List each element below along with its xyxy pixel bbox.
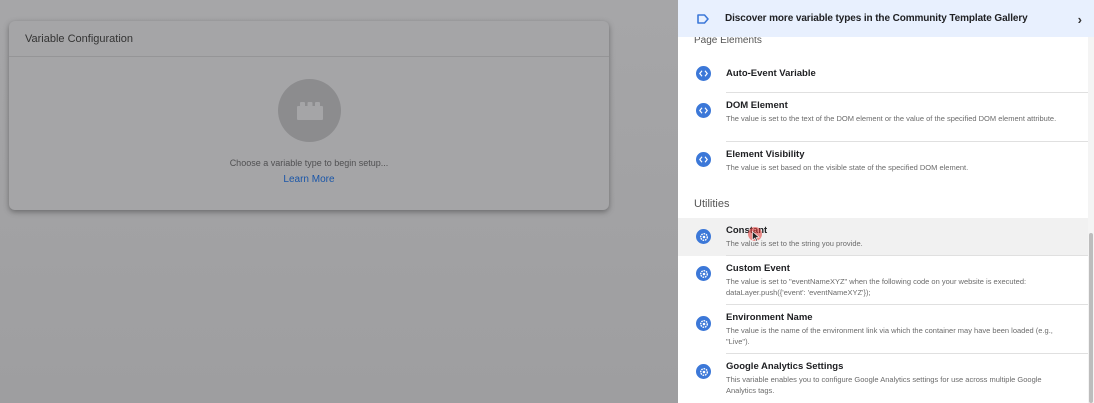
code-brackets-icon [696, 103, 711, 118]
list-item-dom-element[interactable]: DOM Element The value is set to the text… [678, 93, 1088, 142]
item-title: DOM Element [726, 100, 788, 111]
list-item-custom-event[interactable]: Custom Event The value is set to "eventN… [678, 256, 1088, 305]
variable-configuration-card: Variable Configuration Choose a variable… [9, 21, 609, 210]
item-title: Constant [726, 225, 768, 236]
code-brackets-icon [696, 152, 711, 167]
card-body[interactable]: Choose a variable type to begin setup...… [9, 57, 609, 210]
tag-outline-icon [696, 12, 710, 26]
item-title: Custom Event [726, 263, 790, 274]
list-item-environment-name[interactable]: Environment Name The value is the name o… [678, 305, 1088, 354]
learn-more-link[interactable]: Learn More [9, 174, 609, 185]
item-description: This variable enables you to configure G… [726, 375, 1042, 395]
list-item-auto-event-variable[interactable]: Auto-Event Variable [678, 58, 1088, 93]
choose-type-hint: Choose a variable type to begin setup... [229, 158, 389, 168]
gear-icon [696, 229, 711, 244]
item-description: The value is the name of the environment… [726, 326, 1053, 346]
card-title: Variable Configuration [9, 21, 609, 57]
gear-icon [696, 266, 711, 281]
item-title: Auto-Event Variable [726, 68, 816, 79]
item-title: Environment Name [726, 312, 813, 323]
section-heading-utilities: Utilities [694, 198, 730, 210]
variable-type-panel: Page Elements Discover more variable typ… [678, 0, 1094, 403]
list-item-element-visibility[interactable]: Element Visibility The value is set base… [678, 142, 1088, 180]
item-description: The value is set to the string you provi… [726, 239, 863, 248]
gear-icon [696, 364, 711, 379]
item-title: Element Visibility [726, 149, 805, 160]
chevron-right-icon: › [1077, 12, 1082, 27]
gear-icon [696, 316, 711, 331]
community-gallery-banner[interactable]: Discover more variable types in the Comm… [678, 0, 1094, 37]
list-item-google-analytics-settings[interactable]: Google Analytics Settings This variable … [678, 354, 1088, 403]
item-title: Google Analytics Settings [726, 361, 844, 372]
item-description: The value is set based on the visible st… [726, 163, 969, 172]
code-brackets-icon [696, 66, 711, 81]
scrollbar-thumb[interactable] [1089, 233, 1093, 403]
mouse-pointer-icon [752, 231, 760, 242]
list-item-constant[interactable]: Constant The value is set to the string … [678, 218, 1088, 256]
item-description: The value is set to the text of the DOM … [726, 114, 1057, 123]
brick-icon[interactable] [278, 79, 341, 142]
item-description: The value is set to "eventNameXYZ" when … [726, 277, 1027, 297]
banner-text: Discover more variable types in the Comm… [725, 13, 1028, 24]
